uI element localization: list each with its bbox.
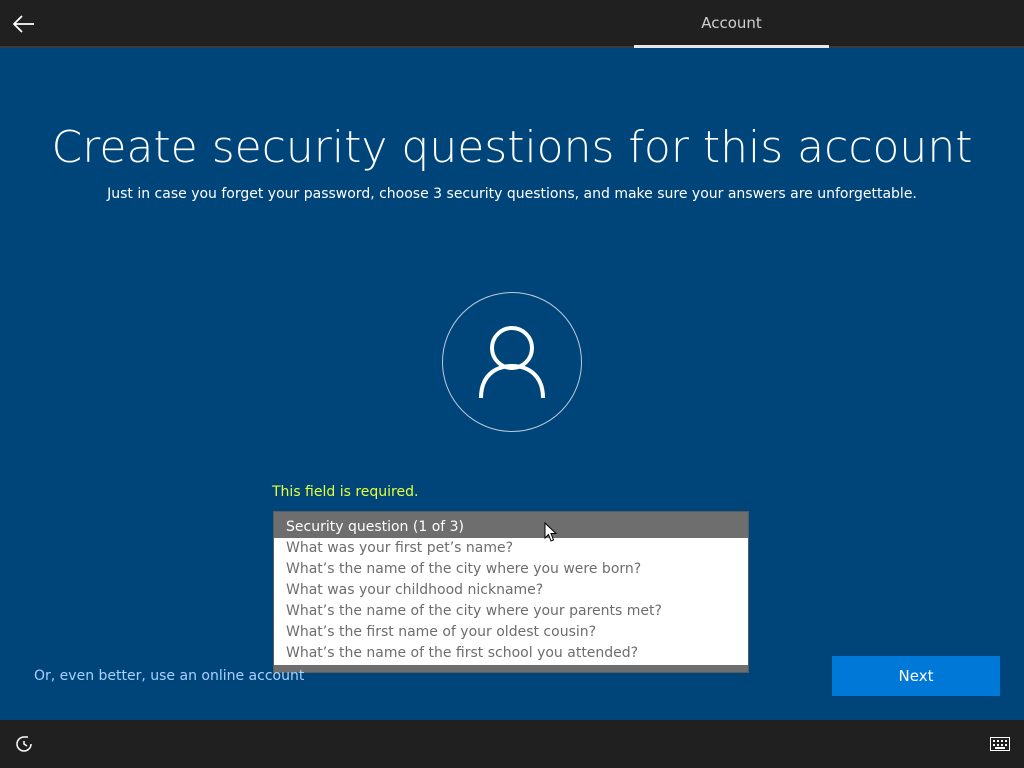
ease-of-access-icon[interactable]	[14, 734, 34, 754]
dropdown-option[interactable]: What was your childhood nickname?	[274, 580, 748, 601]
page-title: Create security questions for this accou…	[51, 122, 973, 173]
security-question-dropdown[interactable]: Security question (1 of 3) What was your…	[273, 511, 749, 673]
bottom-bar	[0, 720, 1024, 768]
keyboard-icon[interactable]	[990, 737, 1010, 751]
top-bar: Account	[0, 0, 1024, 48]
page-subtitle: Just in case you forget your password, c…	[107, 186, 917, 202]
mouse-pointer-icon	[544, 522, 558, 542]
tab-underline	[634, 45, 829, 48]
dropdown-scroll-edge	[274, 665, 748, 672]
back-button[interactable]	[8, 8, 40, 40]
arrow-left-icon	[13, 15, 34, 33]
online-account-link[interactable]: Or, even better, use an online account	[34, 668, 304, 684]
avatar	[442, 292, 582, 432]
tab-account: Account	[701, 14, 762, 32]
dropdown-option[interactable]: What was your first pet’s name?	[274, 538, 748, 559]
error-message: This field is required.	[272, 484, 419, 500]
dropdown-selected-option[interactable]: Security question (1 of 3)	[274, 512, 748, 538]
user-icon	[479, 326, 545, 399]
dropdown-option[interactable]: What’s the name of the city where your p…	[274, 601, 748, 622]
dropdown-option[interactable]: What’s the name of the city where you we…	[274, 559, 748, 580]
dropdown-option[interactable]: What’s the first name of your oldest cou…	[274, 622, 748, 643]
next-button[interactable]: Next	[832, 656, 1000, 696]
dropdown-option[interactable]: What’s the name of the first school you …	[274, 643, 748, 664]
